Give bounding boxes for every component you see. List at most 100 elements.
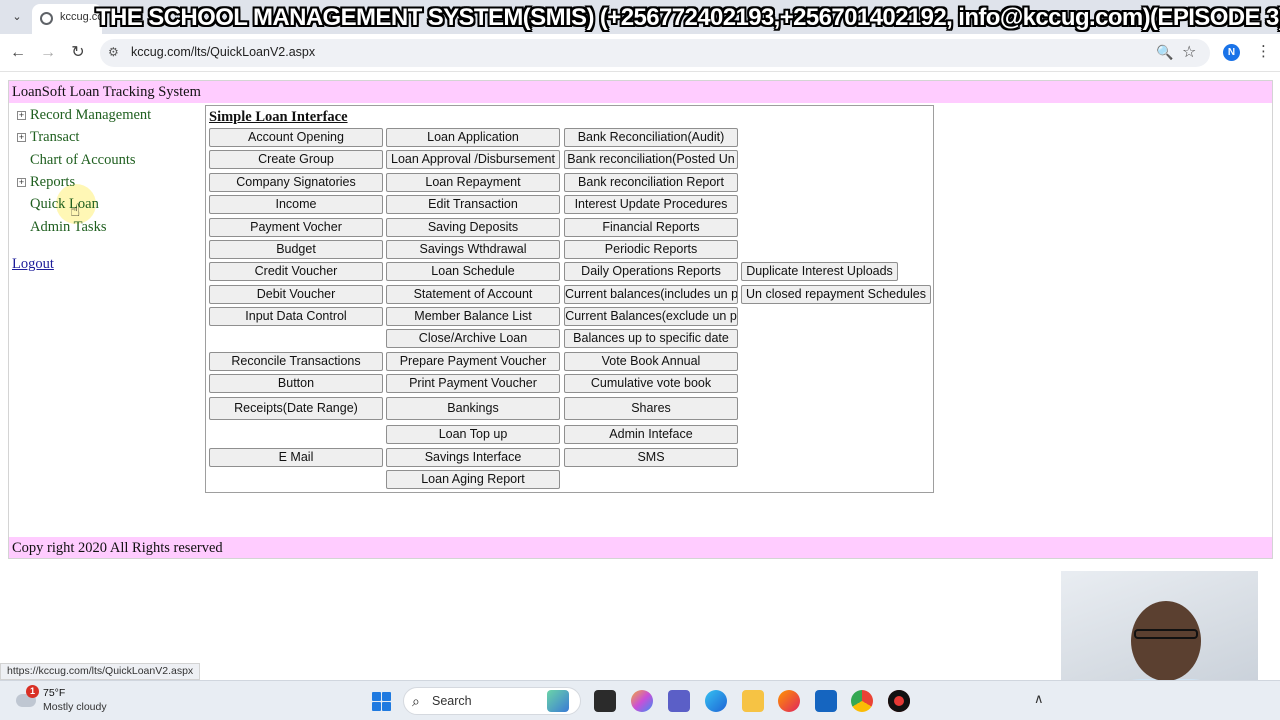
receipts-date-range-button[interactable]: Receipts(Date Range) <box>209 397 383 420</box>
profile-avatar[interactable]: N <box>1223 44 1240 61</box>
financial-reports-button[interactable]: Financial Reports <box>564 218 738 237</box>
panel-title: Simple Loan Interface <box>209 109 348 125</box>
company-signatories-button[interactable]: Company Signatories <box>209 173 383 192</box>
sms-button[interactable]: SMS <box>564 448 738 467</box>
expand-icon[interactable]: + <box>17 133 26 142</box>
account-opening-button[interactable]: Account Opening <box>209 128 383 147</box>
teams-app-icon[interactable] <box>668 690 690 712</box>
loan-schedule-button[interactable]: Loan Schedule <box>386 262 560 281</box>
footer-band: Copy right 2020 All Rights reserved <box>9 537 1272 558</box>
site-info-icon[interactable]: ⚙ <box>108 45 122 59</box>
create-group-button[interactable]: Create Group <box>209 150 383 169</box>
statement-of-account-button[interactable]: Statement of Account <box>386 285 560 304</box>
weather-temperature[interactable]: 75°F <box>43 687 65 699</box>
input-data-control-button[interactable]: Input Data Control <box>209 307 383 326</box>
edge-app-icon[interactable] <box>705 690 727 712</box>
address-bar[interactable]: ⚙ kccug.com/lts/QuickLoanV2.aspx 🔍 ☆ <box>100 39 1210 67</box>
tab-list-icon[interactable]: ⌄ <box>8 8 26 26</box>
zoom-icon[interactable]: 🔍 <box>1156 44 1173 61</box>
sidebar-item-chart-of-accounts[interactable]: Chart of Accounts <box>30 152 136 169</box>
weather-description[interactable]: Mostly cloudy <box>43 701 107 713</box>
chrome-app-icon[interactable] <box>851 690 873 712</box>
copilot-app-icon[interactable] <box>631 690 653 712</box>
logout-link[interactable]: Logout <box>12 256 54 273</box>
loan-repayment-button[interactable]: Loan Repayment <box>386 173 560 192</box>
expand-icon[interactable]: + <box>17 111 26 120</box>
copyright-text: Copy right 2020 All Rights reserved <box>12 540 223 556</box>
reconcile-transactions-button[interactable]: Reconcile Transactions <box>209 352 383 371</box>
loan-aging-report-button[interactable]: Loan Aging Report <box>386 470 560 489</box>
reload-icon[interactable]: ↻ <box>68 43 88 63</box>
button-button[interactable]: Button <box>209 374 383 393</box>
close-archive-loan-button[interactable]: Close/Archive Loan <box>386 329 560 348</box>
bankings-button[interactable]: Bankings <box>386 397 560 420</box>
favicon-icon <box>40 12 53 25</box>
income-button[interactable]: Income <box>209 195 383 214</box>
e-mail-button[interactable]: E Mail <box>209 448 383 467</box>
store-app-icon[interactable] <box>815 690 837 712</box>
loan-top-up-button[interactable]: Loan Top up <box>386 425 560 444</box>
firefox-app-icon[interactable] <box>778 690 800 712</box>
header-band: LoanSoft Loan Tracking System <box>9 81 1272 103</box>
un-closed-repayment-schedules-button[interactable]: Un closed repayment Schedules <box>741 285 931 304</box>
search-label: Search <box>432 694 472 708</box>
bank-reconciliation-audit-button[interactable]: Bank Reconciliation(Audit) <box>564 128 738 147</box>
savings-wthdrawal-button[interactable]: Savings Wthdrawal <box>386 240 560 259</box>
saving-deposits-button[interactable]: Saving Deposits <box>386 218 560 237</box>
loan-approval-disbursement-button[interactable]: Loan Approval /Disbursement <box>386 150 560 169</box>
page-content: LoanSoft Loan Tracking System Logout ☝ S… <box>8 80 1273 559</box>
forward-icon[interactable]: → <box>38 43 58 63</box>
browser-tab[interactable]: kccug.com <box>32 4 102 34</box>
search-icon: ⌕ <box>412 693 420 709</box>
balances-up-to-specific-date-button[interactable]: Balances up to specific date <box>564 329 738 348</box>
edit-transaction-button[interactable]: Edit Transaction <box>386 195 560 214</box>
browser-tab-strip: ⌄ kccug.com THE SCHOOL MANAGEMENT SYSTEM… <box>0 0 1280 34</box>
presenter-glasses <box>1134 629 1198 639</box>
credit-voucher-button[interactable]: Credit Voucher <box>209 262 383 281</box>
current-balances-includes-un-p-button[interactable]: Current balances(includes un p <box>564 285 738 304</box>
browser-menu-icon[interactable]: ⋮ <box>1256 42 1271 60</box>
budget-button[interactable]: Budget <box>209 240 383 259</box>
sidebar-item-transact[interactable]: Transact <box>30 129 79 146</box>
current-balances-exclude-un-p-button[interactable]: Current Balances(exclude un p <box>564 307 738 326</box>
interest-update-procedures-button[interactable]: Interest Update Procedures <box>564 195 738 214</box>
sidebar-item-admin-tasks[interactable]: Admin Tasks <box>30 219 106 236</box>
simple-loan-panel: Simple Loan Interface Account Opening Loa… <box>205 105 934 493</box>
sidebar-item-record-management[interactable]: Record Management <box>30 107 151 124</box>
status-url-preview: https://kccug.com/lts/QuickLoanV2.aspx <box>0 663 201 680</box>
widgets-app-icon[interactable] <box>547 690 569 712</box>
daily-operations-reports-button[interactable]: Daily Operations Reports <box>564 262 738 281</box>
back-icon[interactable]: ← <box>8 43 28 63</box>
tray-chevron-icon[interactable]: ∧ <box>1034 691 1044 707</box>
windows-taskbar: 1 75°F Mostly cloudy ⌕ Search ∧ <box>0 680 1280 720</box>
video-title-banner: THE SCHOOL MANAGEMENT SYSTEM(SMIS) (+256… <box>96 4 1280 31</box>
print-payment-voucher-button[interactable]: Print Payment Voucher <box>386 374 560 393</box>
vote-book-annual-button[interactable]: Vote Book Annual <box>564 352 738 371</box>
app-title: LoanSoft Loan Tracking System <box>12 84 201 100</box>
url-text[interactable]: kccug.com/lts/QuickLoanV2.aspx <box>131 45 315 59</box>
prepare-payment-voucher-button[interactable]: Prepare Payment Voucher <box>386 352 560 371</box>
bookmark-star-icon[interactable]: ☆ <box>1182 42 1196 62</box>
notification-badge: 1 <box>26 685 39 698</box>
shares-button[interactable]: Shares <box>564 397 738 420</box>
admin-inteface-button[interactable]: Admin Inteface <box>564 425 738 444</box>
payment-vocher-button[interactable]: Payment Vocher <box>209 218 383 237</box>
member-balance-list-button[interactable]: Member Balance List <box>386 307 560 326</box>
sidebar-item-quick-loan[interactable]: Quick Loan <box>30 196 99 213</box>
terminal-app-icon[interactable] <box>594 690 616 712</box>
sidebar-item-reports[interactable]: Reports <box>30 174 75 191</box>
recorder-app-icon[interactable] <box>888 690 910 712</box>
savings-interface-button[interactable]: Savings Interface <box>386 448 560 467</box>
periodic-reports-button[interactable]: Periodic Reports <box>564 240 738 259</box>
bank-reconciliation-report-button[interactable]: Bank reconciliation Report <box>564 173 738 192</box>
browser-toolbar: ← → ↻ ⚙ kccug.com/lts/QuickLoanV2.aspx 🔍… <box>0 34 1280 72</box>
presenter-head <box>1131 601 1201 681</box>
expand-icon[interactable]: + <box>17 178 26 187</box>
cumulative-vote-book-button[interactable]: Cumulative vote book <box>564 374 738 393</box>
bank-reconciliation-posted-un-button[interactable]: Bank reconciliation(Posted Un <box>564 150 738 169</box>
debit-voucher-button[interactable]: Debit Voucher <box>209 285 383 304</box>
duplicate-interest-uploads-button[interactable]: Duplicate Interest Uploads <box>741 262 898 281</box>
loan-application-button[interactable]: Loan Application <box>386 128 560 147</box>
windows-start-icon[interactable] <box>372 692 391 711</box>
file-explorer-icon[interactable] <box>742 690 764 712</box>
